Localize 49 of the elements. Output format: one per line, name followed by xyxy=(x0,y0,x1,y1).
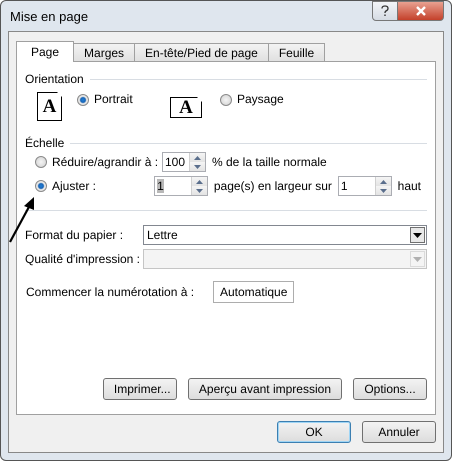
button[interactable]: Imprimer... xyxy=(102,378,177,400)
close-icon xyxy=(414,6,426,16)
field-label: Format du papier : xyxy=(25,228,124,242)
radio-button[interactable] xyxy=(35,156,47,168)
spin-up-button[interactable] xyxy=(190,153,205,162)
caret-down-icon xyxy=(194,164,201,168)
spin-field[interactable]: 1 xyxy=(338,176,392,196)
caret-up-icon xyxy=(380,180,387,184)
tab[interactable]: En-tête/Pied de page xyxy=(134,43,269,61)
radio-label: Paysage xyxy=(237,92,284,106)
radio-button[interactable] xyxy=(220,94,232,106)
field-suffix: haut xyxy=(398,179,421,193)
portrait-page-icon: A xyxy=(37,92,62,121)
caret-up-icon xyxy=(194,156,201,160)
spin-down-button[interactable] xyxy=(376,186,391,195)
button[interactable]: Aperçu avant impression xyxy=(188,378,342,400)
tab[interactable]: Page xyxy=(16,41,74,62)
field-suffix: % de la taille normale xyxy=(212,155,327,169)
spin-up-button[interactable] xyxy=(376,177,391,186)
radio-label: Ajuster : xyxy=(52,179,96,193)
caret-down-icon xyxy=(196,188,203,192)
landscape-page-icon: A xyxy=(170,97,202,118)
caret-up-icon xyxy=(196,180,203,184)
question-mark-icon xyxy=(380,5,390,17)
close-button[interactable] xyxy=(397,1,444,21)
tab[interactable]: Marges xyxy=(73,43,136,61)
window-title: Mise en page xyxy=(9,8,90,24)
button[interactable]: Options... xyxy=(353,378,427,400)
help-button[interactable] xyxy=(372,1,398,21)
tab[interactable]: Feuille xyxy=(268,43,326,61)
spin-down-button[interactable] xyxy=(190,162,205,171)
section-heading: Orientation xyxy=(25,72,84,86)
cancel-button[interactable]: Annuler xyxy=(362,421,436,443)
field-label: Qualité d'impression : xyxy=(25,252,142,266)
spin-up-button[interactable] xyxy=(192,177,207,186)
dropdown[interactable]: Lettre xyxy=(143,225,427,245)
input-field[interactable]: Automatique xyxy=(213,281,294,303)
field-suffix: page(s) en largeur sur xyxy=(214,179,332,193)
spin-field[interactable]: 100 xyxy=(162,152,206,172)
spin-field[interactable]: 1 xyxy=(154,176,208,196)
caret-down-icon xyxy=(380,188,387,192)
field-label: Commencer la numérotation à : xyxy=(26,285,196,299)
spin-down-button[interactable] xyxy=(192,186,207,195)
radio-label: Réduire/agrandir à : xyxy=(52,155,158,169)
ok-button[interactable]: OK xyxy=(277,421,351,443)
section-heading: Échelle xyxy=(25,136,64,150)
radio-button[interactable] xyxy=(77,94,89,106)
radio-label: Portrait xyxy=(94,92,133,106)
radio-button[interactable] xyxy=(35,180,47,192)
